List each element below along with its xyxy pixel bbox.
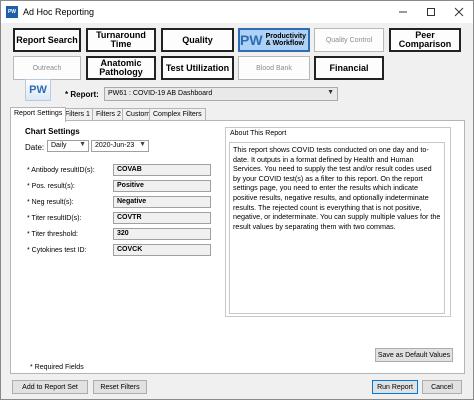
- close-icon: [454, 7, 464, 17]
- cytokines-test-label: * Cytokines test ID:: [27, 247, 87, 254]
- date-mode-dropdown[interactable]: Daily ▼: [47, 140, 89, 152]
- pw-badge: PW: [240, 31, 263, 48]
- report-dropdown[interactable]: PW61 : COVID-19 AB Dashboard ▼: [104, 87, 338, 101]
- pos-result-label: * Pos. result(s):: [27, 183, 75, 190]
- date-label: Date:: [25, 143, 45, 152]
- about-this-report-group: About This Report This report shows COVI…: [225, 127, 451, 317]
- minimize-icon: [399, 11, 407, 13]
- run-report-button[interactable]: Run Report: [372, 380, 418, 394]
- financial-button[interactable]: Financial: [314, 56, 384, 80]
- date-value: 2020-Jun-23: [95, 142, 135, 149]
- about-title: About This Report: [230, 130, 287, 137]
- tab-report-settings[interactable]: Report Settings: [10, 107, 67, 122]
- titer-threshold-label: * Titer threshold:: [27, 231, 78, 238]
- add-to-report-set-button[interactable]: Add to Report Set: [12, 380, 88, 394]
- antibody-result-input[interactable]: COVAB: [113, 164, 211, 176]
- about-text[interactable]: This report shows COVID tests conducted …: [229, 142, 445, 314]
- report-dropdown-value: PW61 : COVID-19 AB Dashboard: [108, 90, 213, 97]
- blood-bank-button: Blood Bank: [238, 56, 310, 80]
- report-label: * Report:: [65, 90, 99, 99]
- neg-result-label: * Neg result(s):: [27, 199, 74, 206]
- pos-result-input[interactable]: Positive: [113, 180, 211, 192]
- titer-result-label: * Titer resultID(s):: [27, 215, 82, 222]
- neg-result-input[interactable]: Negative: [113, 196, 211, 208]
- chart-settings-title: Chart Settings: [25, 127, 80, 136]
- date-picker[interactable]: 2020-Jun-23 ▼: [91, 140, 149, 152]
- outreach-button: Outreach: [13, 56, 81, 80]
- antibody-result-label: * Antibody resultID(s):: [27, 167, 95, 174]
- productivity-workflow-button[interactable]: PW Productivity & Workflow: [238, 28, 310, 52]
- cancel-button[interactable]: Cancel: [422, 380, 462, 394]
- quality-control-button: Quality Control: [314, 28, 384, 52]
- maximize-icon: [427, 8, 435, 16]
- date-mode-value: Daily: [51, 142, 67, 149]
- required-fields-note: * Required Fields: [30, 364, 84, 371]
- close-button[interactable]: [445, 2, 473, 22]
- test-utilization-button[interactable]: Test Utilization: [161, 56, 234, 80]
- report-search-button[interactable]: Report Search: [13, 28, 81, 52]
- reset-filters-button[interactable]: Reset Filters: [93, 380, 147, 394]
- quality-button[interactable]: Quality: [161, 28, 234, 52]
- peer-comparison-button[interactable]: Peer Comparison: [389, 28, 461, 52]
- title-bar: PW Ad Hoc Reporting: [1, 1, 473, 23]
- titer-result-input[interactable]: COVTR: [113, 212, 211, 224]
- titer-threshold-input[interactable]: 320: [113, 228, 211, 240]
- turnaround-time-button[interactable]: Turnaround Time: [86, 28, 156, 52]
- minimize-button[interactable]: [389, 2, 417, 22]
- cytokines-test-input[interactable]: COVCK: [113, 244, 211, 256]
- anatomic-pathology-button[interactable]: Anatomic Pathology: [86, 56, 156, 80]
- pw-logo: PW: [25, 79, 51, 101]
- chevron-down-icon: ▼: [79, 141, 86, 148]
- maximize-button[interactable]: [417, 2, 445, 22]
- app-icon: PW: [6, 6, 18, 18]
- window-title: Ad Hoc Reporting: [23, 7, 95, 17]
- save-default-values-button[interactable]: Save as Default Values: [375, 348, 453, 362]
- calendar-dropdown-icon: ▼: [139, 141, 146, 148]
- ad-hoc-reporting-window: PW Ad Hoc Reporting Report Search Turnar…: [0, 0, 474, 400]
- report-settings-panel: Chart Settings Date: Daily ▼ 2020-Jun-23…: [10, 120, 465, 374]
- chevron-down-icon: ▼: [327, 89, 334, 96]
- productivity-workflow-label: Productivity & Workflow: [265, 33, 307, 47]
